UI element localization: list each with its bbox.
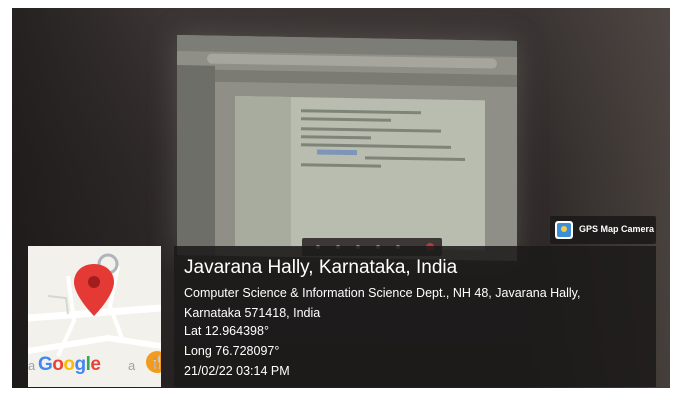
- address-line-1: Computer Science & Information Science D…: [184, 286, 581, 300]
- code-line: [301, 109, 421, 115]
- location-title: Javarana Hally, Karnataka, India: [184, 257, 458, 278]
- gps-camera-icon: [555, 221, 573, 239]
- code-line: [301, 117, 391, 122]
- code-line: [301, 163, 381, 168]
- address-line-2: Karnataka 571418, India: [184, 306, 321, 320]
- projected-code-editor: [235, 96, 485, 251]
- projected-file-tree: [235, 96, 291, 248]
- code-selection: [317, 149, 357, 156]
- latitude-text: Lat 12.964398°: [184, 324, 269, 338]
- map-faded-label: a: [28, 358, 36, 373]
- app-name: GPS Map Camera: [579, 224, 655, 234]
- projected-banner: [215, 69, 517, 87]
- map-faded-label: a: [128, 358, 136, 373]
- code-line: [301, 135, 371, 140]
- code-line: [365, 156, 465, 162]
- restaurant-icon: 🍴: [146, 351, 161, 373]
- projected-screen: [177, 35, 517, 261]
- timestamp-text: 21/02/22 03:14 PM: [184, 364, 290, 378]
- location-info-panel: Javarana Hally, Karnataka, India Compute…: [174, 246, 656, 387]
- longitude-text: Long 76.728097°: [184, 344, 280, 358]
- google-logo: Google: [38, 354, 101, 375]
- code-line: [301, 143, 451, 149]
- map-thumbnail: a Google a 🍴: [28, 246, 161, 387]
- code-line: [301, 127, 441, 133]
- gps-map-camera-badge: GPS Map Camera: [550, 216, 656, 244]
- projected-sidebar: [177, 65, 215, 256]
